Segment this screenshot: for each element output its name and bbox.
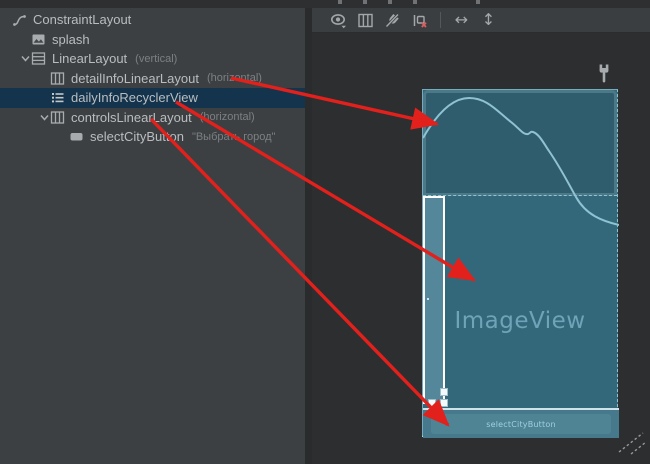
select-city-button-preview[interactable]: selectCityButton <box>431 414 611 434</box>
tree-item-label: splash <box>52 32 90 47</box>
chevron-spacer <box>57 131 69 143</box>
component-tree-panel: ConstraintLayout splash LinearLayout (ve… <box>0 8 305 464</box>
device-preview-canvas[interactable]: ImageView selectCityButton <box>422 89 618 437</box>
controls-bar[interactable]: selectCityButton <box>423 408 619 438</box>
section-divider-dashed <box>423 195 617 196</box>
tree-item-splash[interactable]: splash <box>0 30 305 50</box>
tree-item-linearlayout[interactable]: LinearLayout (vertical) <box>0 49 305 69</box>
chevron-spacer <box>38 72 50 84</box>
orientation-label: (vertical) <box>135 53 177 65</box>
tree-item-label: detailInfoLinearLayout <box>71 71 199 86</box>
chevron-spacer <box>0 14 12 26</box>
tree-item-detailinfolinearlayout[interactable]: detailInfoLinearLayout (horizontal) <box>0 69 305 89</box>
chevron-spacer <box>19 33 31 45</box>
wrench-icon[interactable] <box>598 64 610 83</box>
tree-item-dailyinforecyclerview[interactable]: dailyInfoRecyclerView <box>0 88 305 108</box>
toolbar-stub-icon <box>388 0 392 4</box>
select-city-button-label: selectCityButton <box>486 420 555 429</box>
linearlayout-horizontal-icon <box>50 110 65 125</box>
linearlayout-vertical-icon <box>31 51 46 66</box>
top-cutoff-toolbar <box>0 0 650 8</box>
tree-item-label: ConstraintLayout <box>33 12 131 27</box>
constraint-anchor-dot <box>427 298 429 300</box>
recyclerview-selected-strip[interactable] <box>423 196 445 404</box>
toolbar-separator <box>440 12 441 28</box>
selection-handle[interactable] <box>440 399 448 407</box>
view-options-eye-icon[interactable] <box>330 12 347 29</box>
orientation-label: (horizontal) <box>207 72 262 84</box>
linearlayout-horizontal-icon <box>50 71 65 86</box>
match-height-arrow-icon[interactable]: ↕ <box>480 12 497 29</box>
tree-item-constraintlayout[interactable]: ConstraintLayout <box>0 10 305 30</box>
toolbar-stub-icon <box>476 0 480 4</box>
design-toolbar: ↔ ↕ <box>312 8 650 33</box>
button-text-label: "Выбрать город" <box>192 131 275 143</box>
design-surface-panel: ↔ ↕ ImageView selectCityButton <box>312 8 650 464</box>
recyclerview-icon <box>50 90 65 105</box>
chevron-down-icon[interactable] <box>38 111 50 123</box>
toolbar-stub-icon <box>363 0 367 4</box>
tree-item-label: LinearLayout <box>52 51 127 66</box>
chevron-down-icon[interactable] <box>19 53 31 65</box>
orientation-label: (horizontal) <box>200 111 255 123</box>
tree-item-label: dailyInfoRecyclerView <box>71 90 198 105</box>
canvas-resize-handle[interactable] <box>617 432 647 460</box>
toolbar-stub-icon <box>413 0 417 4</box>
tree-item-controlslinearlayout[interactable]: controlsLinearLayout (horizontal) <box>0 108 305 128</box>
button-icon <box>69 129 84 144</box>
autoconnect-off-magnet-icon[interactable] <box>384 12 401 29</box>
toolbar-stub-icon <box>338 0 342 4</box>
chevron-spacer <box>38 92 50 104</box>
imageview-icon <box>31 32 46 47</box>
tree-item-selectcitybutton[interactable]: selectCityButton "Выбрать город" <box>0 127 305 147</box>
panel-splitter[interactable] <box>305 8 312 464</box>
weather-curve-graphic <box>423 90 619 240</box>
blueprint-columns-icon[interactable] <box>357 12 374 29</box>
constraintlayout-icon <box>12 12 27 27</box>
selection-handle[interactable] <box>440 388 448 396</box>
tree-item-label: controlsLinearLayout <box>71 110 192 125</box>
curve-path <box>423 98 619 225</box>
selection-handle[interactable] <box>428 399 436 407</box>
match-width-arrow-icon[interactable]: ↔ <box>453 12 470 29</box>
clear-constraints-icon[interactable] <box>411 12 428 29</box>
imageview-placeholder-label: ImageView <box>423 308 617 334</box>
tree-item-label: selectCityButton <box>90 129 184 144</box>
